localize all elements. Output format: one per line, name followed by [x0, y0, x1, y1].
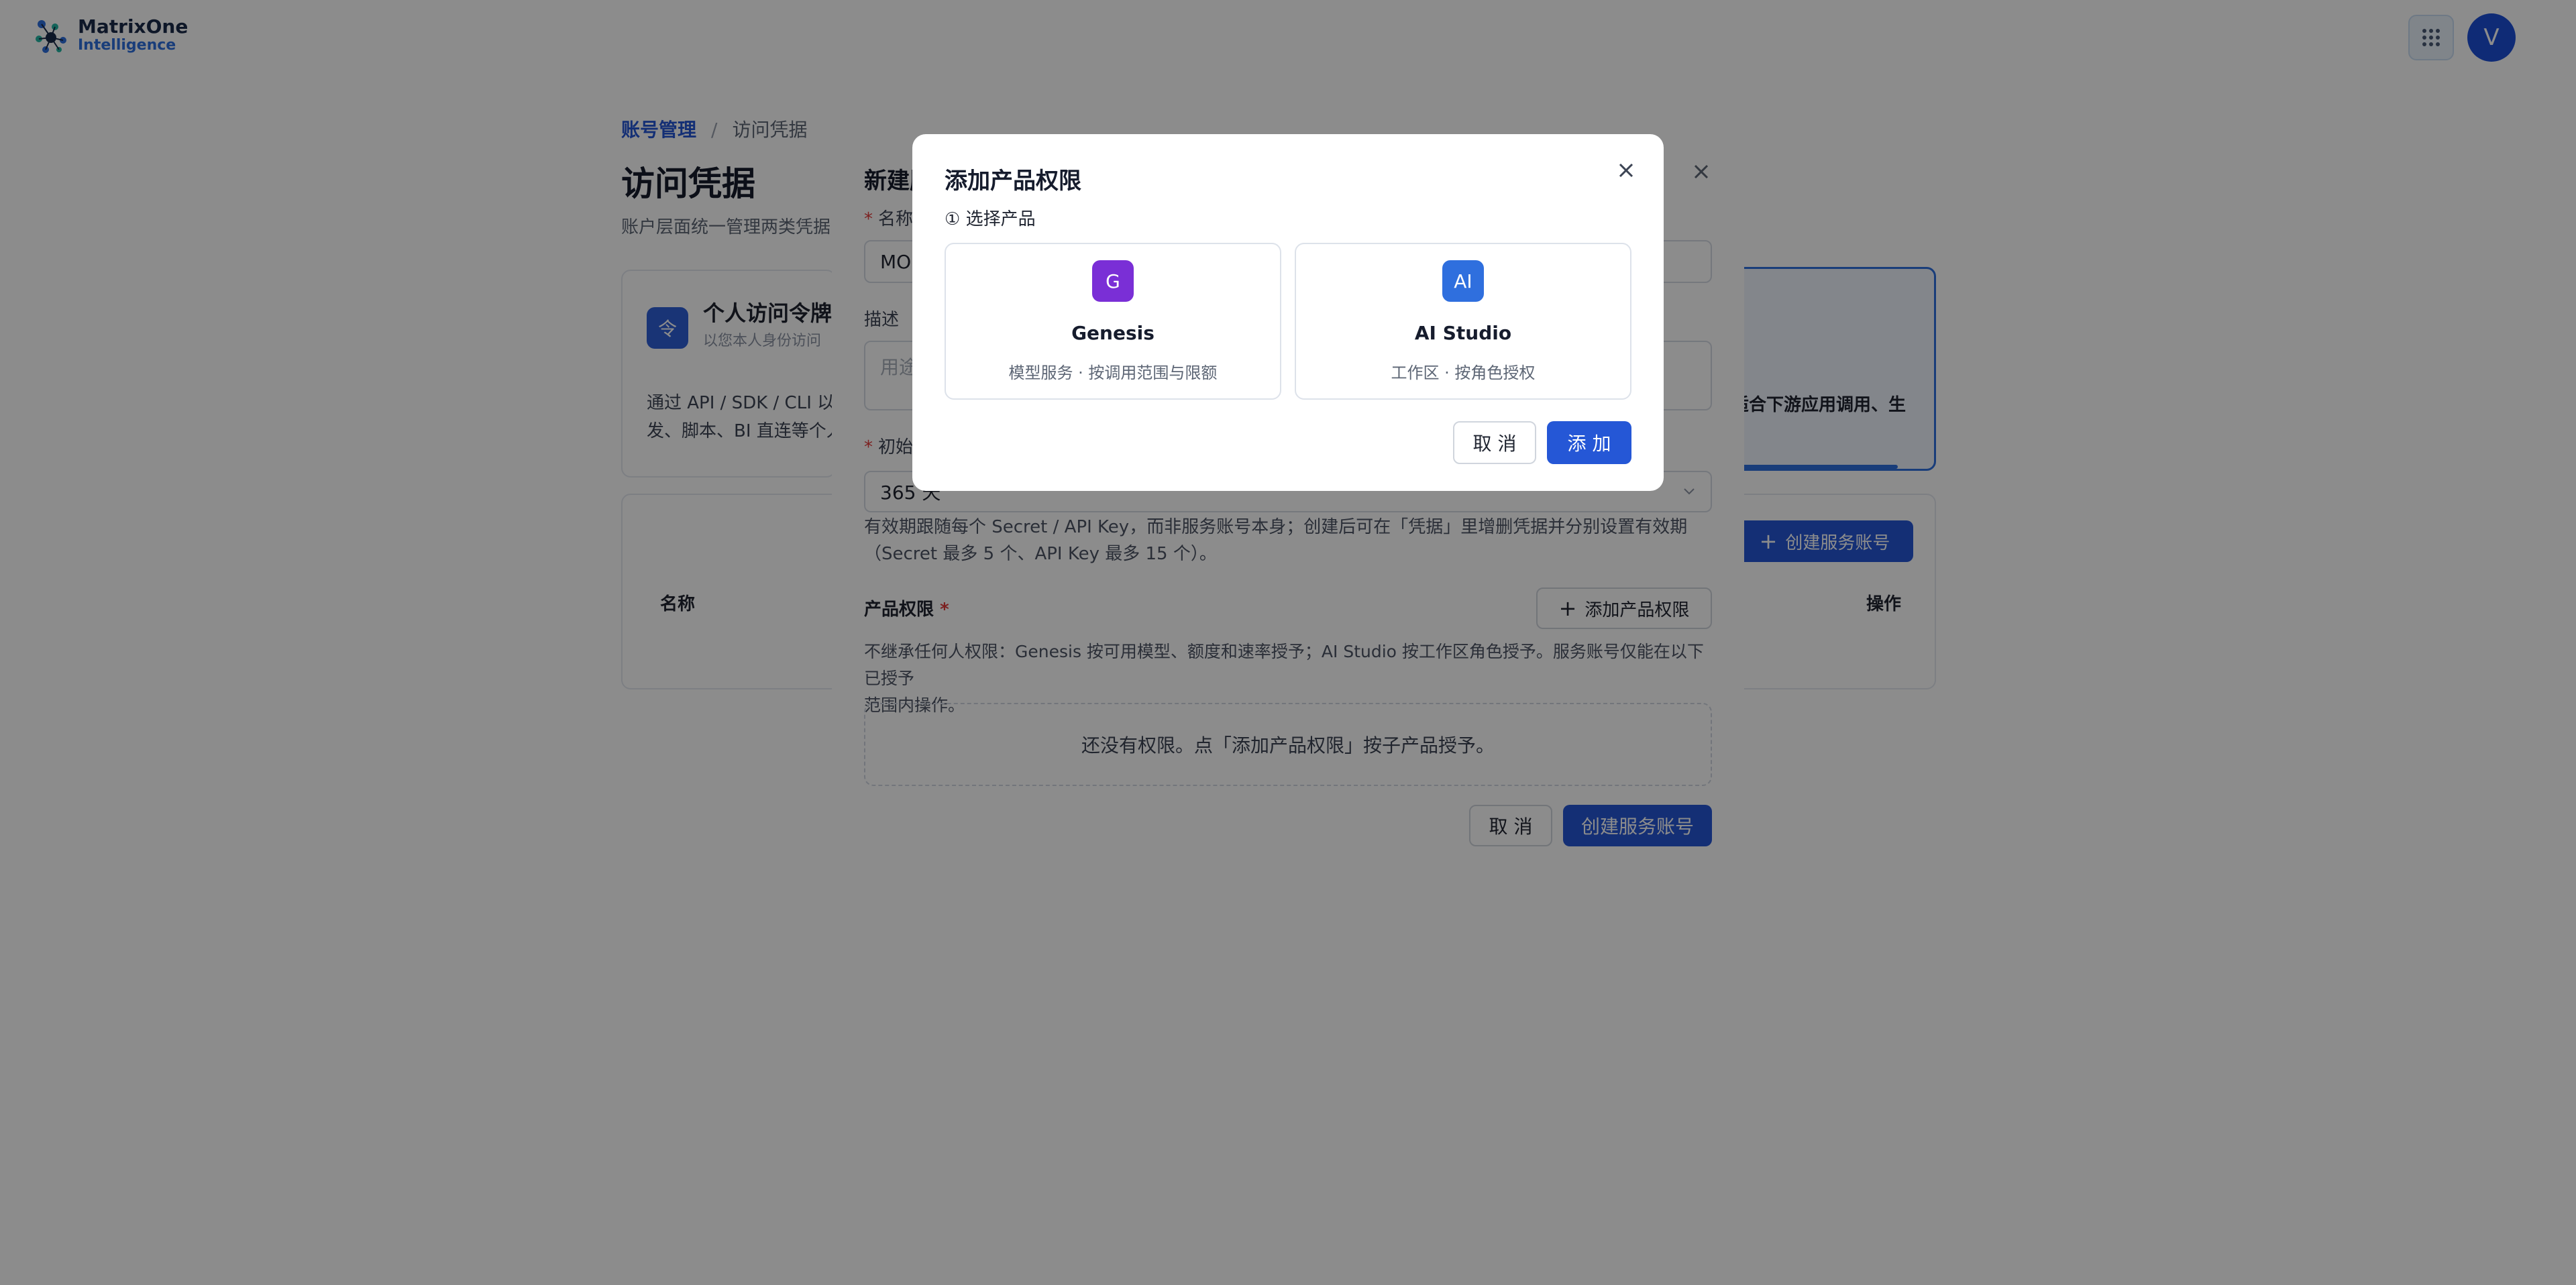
add-button[interactable]: 添 加: [1547, 421, 1631, 464]
genesis-product-icon: G: [1092, 260, 1134, 302]
dialog-title: 添加产品权限: [945, 168, 1081, 194]
add-product-permission-dialog: 添加产品权限 ① 选择产品 G Genesis 模型服务 · 按调用范围与限额 …: [912, 134, 1664, 491]
product-name: AI Studio: [1414, 322, 1512, 344]
cancel-button[interactable]: 取 消: [1453, 421, 1536, 464]
product-name: Genesis: [1071, 322, 1155, 344]
ai-studio-product-icon: AI: [1442, 260, 1484, 302]
product-option-ai-studio[interactable]: AI AI Studio 工作区 · 按角色授权: [1295, 243, 1631, 400]
product-description: 工作区 · 按角色授权: [1391, 364, 1536, 382]
close-icon[interactable]: [1617, 161, 1635, 180]
step-label: ① 选择产品: [945, 209, 1036, 229]
product-description: 模型服务 · 按调用范围与限额: [1008, 364, 1218, 382]
product-option-genesis[interactable]: G Genesis 模型服务 · 按调用范围与限额: [945, 243, 1281, 400]
